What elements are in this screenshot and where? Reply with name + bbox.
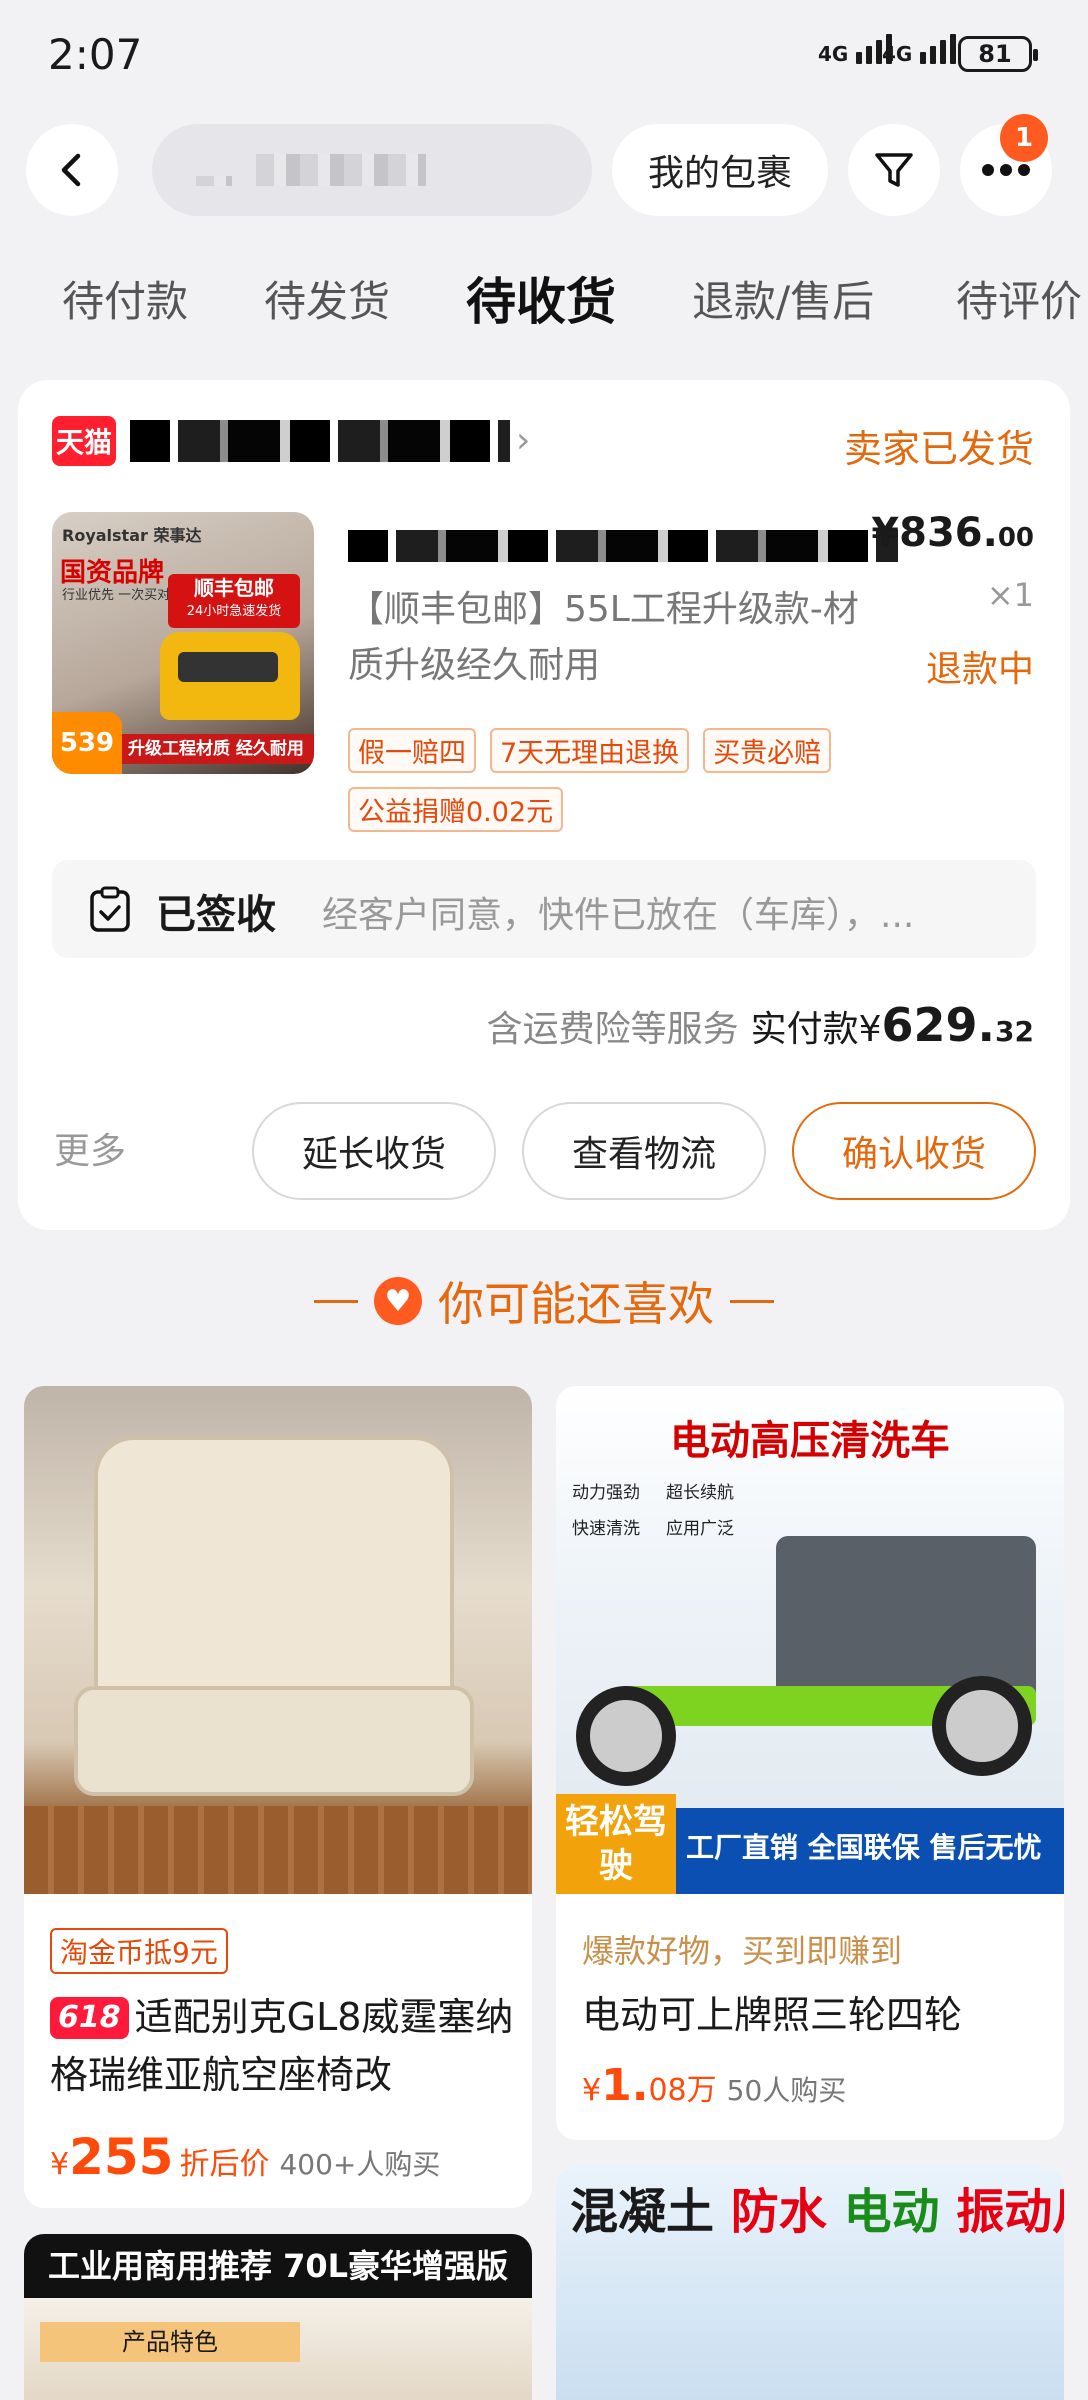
more-actions-link[interactable]: 更多	[54, 1122, 126, 1174]
divider	[314, 1299, 358, 1303]
extend-receipt-button[interactable]: 延长收货	[252, 1102, 496, 1200]
recommend-product-card[interactable]: 电动高压清洗车 动力强劲 超长续航 快速清洗 应用广泛 轻松驾驶 工厂直销 全国…	[556, 1386, 1064, 2140]
product-price: ¥255 折后价 400+人购买	[50, 2128, 441, 2186]
product-title: 电动可上牌照三轮四轮	[582, 1993, 963, 2037]
tab-pending-payment[interactable]: 待付款	[62, 268, 188, 329]
back-button[interactable]	[26, 124, 118, 216]
product-price: ¥1.08万 50人购买	[582, 2060, 847, 2111]
product-title[interactable]: 【顺丰包邮】55L工程升级款-材质升级经久耐用	[348, 582, 868, 694]
clipboard-check-icon	[90, 886, 130, 932]
order-total: 含运费险等服务 实付款¥629.32	[486, 998, 1034, 1052]
tab-pending-review[interactable]: 待评价	[956, 268, 1082, 329]
recommend-product-card[interactable]: 工业用商用推荐 70L豪华增强版 产品特色	[24, 2234, 532, 2400]
filter-icon	[875, 153, 913, 187]
view-logistics-button[interactable]: 查看物流	[522, 1102, 766, 1200]
hot-item-slogan: 爆款好物，买到即赚到	[582, 1932, 903, 1970]
service-tag: 7天无理由退换	[490, 728, 690, 773]
chevron-right-icon: ›	[516, 420, 531, 461]
product-image: 电动高压清洗车 动力强劲 超长续航 快速清洗 应用广泛 轻松驾驶 工厂直销 全国…	[556, 1386, 1064, 1894]
tab-refund-aftersale[interactable]: 退款/售后	[692, 268, 874, 329]
my-packages-button[interactable]: 我的包裹	[612, 124, 828, 216]
product-title: 618 适配别克GL8威霆塞纳格瑞维亚航空座椅改	[50, 1995, 514, 2097]
service-tags: 假一赔四 7天无理由退换 买贵必赔 公益捐赠0.02元	[348, 728, 888, 832]
recommend-header: ♥ 你可能还喜欢	[0, 1266, 1088, 1336]
product-image-banner: 工业用商用推荐 70L豪华增强版	[24, 2234, 532, 2298]
divider	[730, 1299, 774, 1303]
product-quantity: ×1	[986, 576, 1034, 614]
product-price: ¥836.00	[871, 510, 1034, 556]
tab-pending-receipt[interactable]: 待收货	[466, 262, 616, 334]
tmall-logo: 天猫	[52, 416, 116, 466]
store-name-redacted[interactable]	[130, 420, 510, 462]
vacuum-machine-image	[160, 632, 300, 720]
recommend-product-card[interactable]: 混凝土 防水 电动 振动尺	[556, 2166, 1064, 2400]
clock: 2:07	[48, 30, 143, 79]
recommend-product-card[interactable]: 淘金币抵9元 618 适配别克GL8威霆塞纳格瑞维亚航空座椅改 ¥255 折后价 40…	[24, 1386, 532, 2208]
service-tag: 假一赔四	[348, 728, 476, 773]
battery-icon: 81	[958, 36, 1038, 72]
filter-button[interactable]	[848, 124, 940, 216]
product-image: 混凝土 防水 电动 振动尺	[556, 2166, 1064, 2400]
product-thumbnail[interactable]: Royalstar 荣事达 国资品牌 行业优先 一次买对 顺丰包邮 24小时急速发…	[52, 512, 314, 774]
service-tag: 公益捐赠0.02元	[348, 787, 564, 832]
coin-discount-tag: 淘金币抵9元	[50, 1928, 228, 1974]
product-image	[24, 1386, 532, 1894]
order-status: 卖家已发货	[843, 427, 1034, 471]
product-name-redacted	[348, 530, 898, 562]
order-tabs: 待付款 待发货 待收货 退款/售后 待评价	[0, 268, 1088, 352]
logistics-status[interactable]: 已签收 经客户同意，快件已放在（车库），...	[52, 860, 1036, 958]
more-dots-icon	[982, 164, 1030, 176]
notification-badge: 1	[1000, 114, 1048, 162]
chevron-left-icon	[61, 153, 81, 187]
signed-label: 已签收	[156, 892, 276, 938]
order-card: 天猫 › 卖家已发货 Royalstar 荣事达 国资品牌 行业优先 一次买对 …	[18, 380, 1070, 1230]
tab-pending-shipment[interactable]: 待发货	[264, 268, 390, 329]
confirm-receipt-button[interactable]: 确认收货	[792, 1102, 1036, 1200]
refund-status[interactable]: 退款中	[926, 640, 1034, 692]
logistics-detail: 经客户同意，快件已放在（车库），...	[322, 895, 915, 936]
status-bar: 2:07 4G 4G 81	[0, 0, 1088, 110]
signal-icon-2: 4G	[882, 34, 957, 64]
search-input[interactable]	[152, 124, 592, 216]
heart-icon: ♥	[374, 1277, 422, 1325]
service-tag: 买贵必赔	[703, 728, 832, 773]
